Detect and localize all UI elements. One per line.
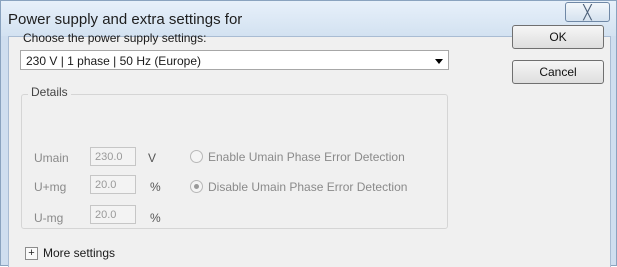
expand-plus-icon[interactable]: + xyxy=(25,247,38,260)
chevron-down-icon[interactable] xyxy=(435,59,443,64)
ok-button[interactable]: OK xyxy=(512,25,604,49)
more-settings-label[interactable]: More settings xyxy=(43,246,115,260)
cancel-button[interactable]: Cancel xyxy=(512,60,604,84)
window-title: Power supply and extra settings for xyxy=(8,11,243,28)
umain-field[interactable]: 230.0 xyxy=(90,147,136,166)
dialog-window: Power supply and extra settings for ╳ Ch… xyxy=(0,0,617,267)
supply-prompt-label: Choose the power supply settings: xyxy=(23,31,207,45)
enable-phase-error-label: Enable Umain Phase Error Detection xyxy=(208,150,405,164)
disable-phase-error-radio[interactable] xyxy=(190,180,203,193)
umain-label: Umain xyxy=(34,151,69,165)
details-legend: Details xyxy=(28,85,71,99)
close-button[interactable]: ╳ xyxy=(565,2,610,22)
u-plus-mg-unit: % xyxy=(150,180,161,194)
enable-phase-error-radio[interactable] xyxy=(190,150,203,163)
u-plus-mg-field[interactable]: 20.0 xyxy=(90,175,136,194)
u-minus-mg-label: U-mg xyxy=(34,211,64,225)
u-plus-mg-label: U+mg xyxy=(34,180,67,194)
power-supply-selected-value: 230 V | 1 phase | 50 Hz (Europe) xyxy=(26,54,202,68)
umain-unit: V xyxy=(148,151,157,165)
power-supply-select[interactable]: 230 V | 1 phase | 50 Hz (Europe) xyxy=(20,50,449,70)
disable-phase-error-label: Disable Umain Phase Error Detection xyxy=(208,180,408,194)
u-minus-mg-unit: % xyxy=(150,211,161,225)
close-icon: ╳ xyxy=(583,4,592,20)
u-minus-mg-field[interactable]: 20.0 xyxy=(90,205,136,224)
